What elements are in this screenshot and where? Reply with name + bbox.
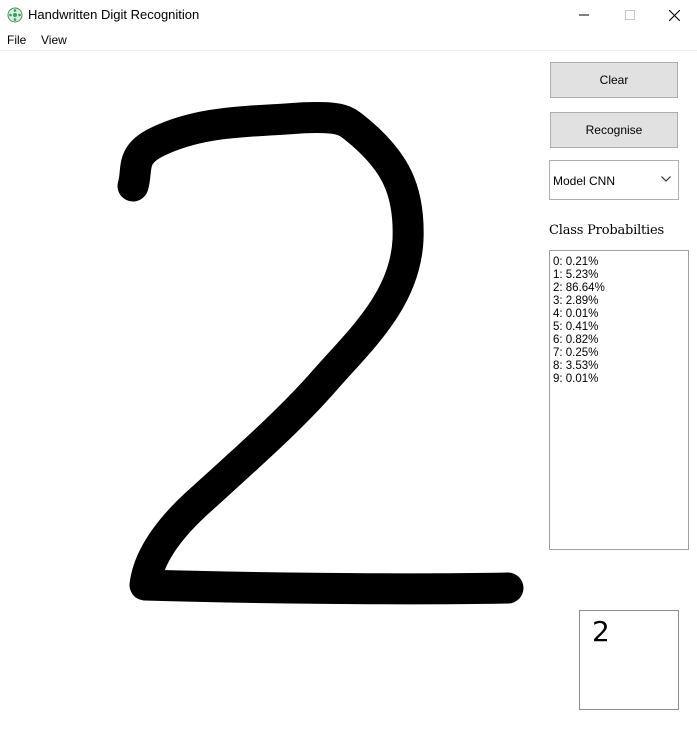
list-item: 3: 2.89%: [553, 295, 599, 307]
title-bar: Handwritten Digit Recognition: [0, 0, 697, 30]
handwritten-stroke: [117, 102, 524, 605]
minimize-button[interactable]: [561, 0, 607, 30]
list-item: 7: 0.25%: [553, 347, 599, 359]
list-item: 1: 5.23%: [553, 269, 599, 281]
maximize-icon: [625, 10, 635, 20]
close-icon: [668, 9, 680, 21]
probabilities-list[interactable]: 0: 0.21% 1: 5.23% 2: 86.64% 3: 2.89% 4: …: [549, 250, 689, 550]
app-logo-icon: [7, 7, 23, 23]
menu-bar: File View: [0, 31, 697, 51]
chevron-down-icon: [661, 176, 671, 182]
prediction-box: 2: [579, 610, 679, 710]
list-item: 5: 0.41%: [553, 321, 599, 333]
close-button[interactable]: [651, 0, 697, 30]
maximize-button[interactable]: [607, 0, 653, 30]
menu-view[interactable]: View: [41, 33, 67, 47]
list-item: 2: 86.64%: [553, 282, 605, 294]
list-item: 8: 3.53%: [553, 360, 599, 372]
predicted-digit: 2: [592, 615, 610, 648]
list-item: 9: 0.01%: [553, 373, 599, 385]
list-item: 6: 0.82%: [553, 334, 599, 346]
class-probabilities-label: Class Probabilties: [549, 223, 664, 238]
minimize-icon: [579, 14, 589, 16]
drawing-canvas[interactable]: [0, 51, 540, 729]
clear-button[interactable]: Clear: [550, 62, 678, 98]
list-item: 4: 0.01%: [553, 308, 599, 320]
list-item: 0: 0.21%: [553, 256, 599, 268]
window-title: Handwritten Digit Recognition: [28, 7, 200, 22]
recognise-button[interactable]: Recognise: [550, 112, 678, 148]
menu-file[interactable]: File: [7, 33, 26, 47]
model-select-value: Model CNN: [553, 174, 616, 188]
model-select[interactable]: Model CNN: [549, 160, 679, 200]
